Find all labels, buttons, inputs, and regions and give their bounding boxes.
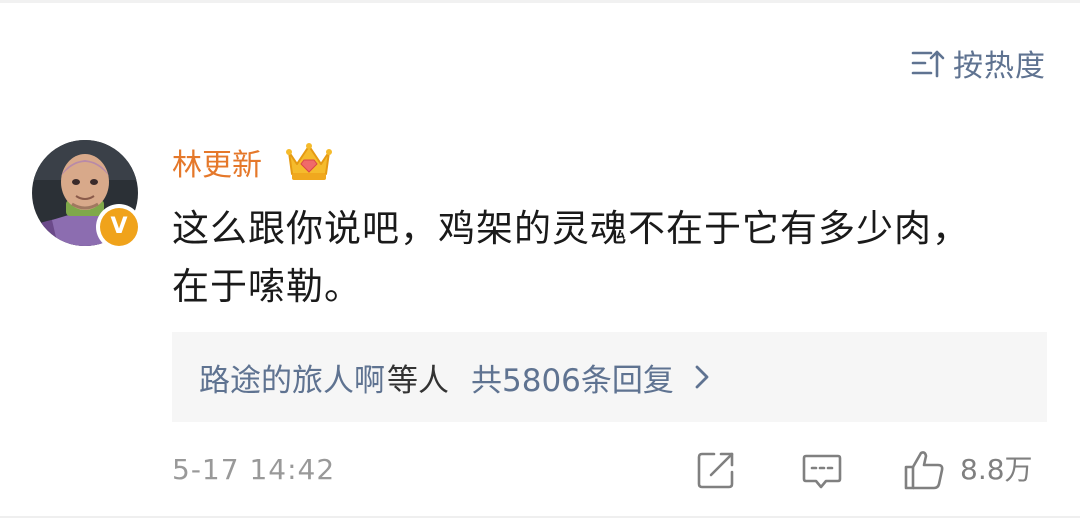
comment-page: 按热度 V 林更新 这么跟你说吧，鸡架的灵魂不在于它有多少肉， 在于嗦勒。 路途… [0, 0, 1080, 523]
sort-icon [911, 50, 945, 78]
comment-text-line-2: 在于嗦勒。 [172, 265, 362, 308]
comment-timestamp: 5-17 14:42 [172, 453, 336, 486]
like-button[interactable]: 8.8万 [902, 448, 1052, 492]
verified-badge: V [96, 204, 142, 250]
share-button[interactable] [694, 448, 738, 492]
reply-author-names: 路途的旅人啊 [199, 362, 385, 399]
comment-icon [802, 454, 842, 489]
comment-text: 这么跟你说吧，鸡架的灵魂不在于它有多少肉， 在于嗦勒。 [172, 200, 1032, 316]
reply-count: 共5806条回复 [471, 362, 674, 399]
comment-author[interactable]: 林更新 [172, 144, 262, 188]
top-divider [0, 0, 1080, 3]
comment-button[interactable] [800, 448, 844, 492]
chevron-right-icon [695, 365, 709, 389]
reply-suffix: 等人 [387, 362, 449, 399]
sort-label: 按热度 [953, 49, 1046, 84]
share-icon [697, 452, 734, 489]
sort-by-hot-button[interactable]: 按热度 [911, 42, 1046, 84]
bottom-divider [0, 516, 1080, 518]
like-count: 8.8万 [960, 453, 1033, 486]
thumbs-up-icon [904, 451, 944, 490]
comment-text-line-1: 这么跟你说吧，鸡架的灵魂不在于它有多少肉， [172, 207, 970, 250]
replies-link[interactable]: 路途的旅人啊 等人 共5806条回复 [172, 332, 1047, 422]
verified-badge-letter: V [110, 213, 128, 239]
crown-icon [286, 143, 332, 180]
